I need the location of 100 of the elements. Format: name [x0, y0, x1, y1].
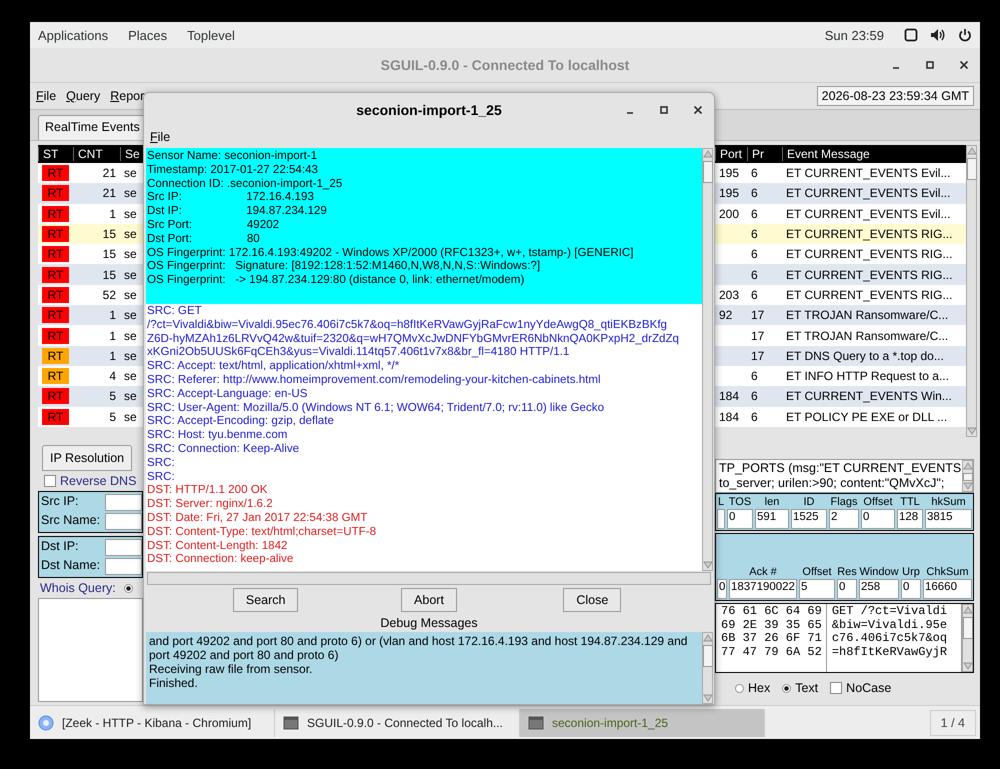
header-field[interactable]: 0: [901, 579, 921, 599]
event-row[interactable]: RT 1 se: [38, 204, 143, 224]
event-row[interactable]: RT 4 se: [38, 366, 143, 386]
event-row[interactable]: RT 1 se: [38, 325, 143, 346]
header-field[interactable]: 5: [799, 579, 835, 599]
maximize-button[interactable]: [658, 104, 670, 116]
column-header[interactable]: ST: [38, 147, 73, 161]
maximize-button[interactable]: [924, 59, 936, 71]
scrollbar[interactable]: [966, 145, 977, 437]
close-button[interactable]: [958, 59, 970, 71]
scroll-thumb[interactable]: [966, 158, 976, 180]
table-cell-text: 6: [750, 227, 759, 242]
power-icon[interactable]: [958, 28, 972, 42]
checkbox[interactable]: [830, 682, 842, 694]
event-row[interactable]: 6 ET INFO HTTP Request to a...: [715, 366, 966, 386]
event-row[interactable]: RT 5 se: [38, 406, 143, 427]
header-field[interactable]: 258: [859, 579, 899, 599]
menu-item[interactable]: Repor: [110, 89, 144, 103]
input-field[interactable]: [105, 494, 142, 511]
checkbox[interactable]: [44, 475, 56, 487]
event-row[interactable]: 17 ET TROJAN Ransomware/C...: [715, 325, 966, 346]
event-row[interactable]: RT 52 se: [38, 284, 143, 306]
column-header[interactable]: Event Message: [782, 147, 965, 161]
header-field[interactable]: 16660: [923, 579, 972, 599]
scrollbar[interactable]: [962, 604, 973, 672]
input-field[interactable]: [105, 539, 142, 556]
scrollbar[interactable]: [702, 148, 713, 571]
scroll-up-icon[interactable]: [962, 605, 972, 615]
column-header[interactable]: Pr: [747, 147, 782, 161]
scroll-down-icon[interactable]: [962, 481, 972, 491]
header-field[interactable]: 591: [755, 509, 789, 529]
event-row[interactable]: 6 ET CURRENT_EVENTS RIG...: [715, 244, 966, 264]
scrollbar[interactable]: [962, 460, 973, 492]
event-row[interactable]: RT 5 se: [38, 386, 143, 407]
scroll-down-icon[interactable]: [702, 560, 712, 570]
taskbar-item[interactable]: [Zeek - HTTP - Kibana - Chromium]: [30, 708, 275, 736]
event-row[interactable]: RT 21 se: [38, 163, 143, 184]
event-row[interactable]: 184 6 ET POLICY PE EXE or DLL ...: [715, 406, 966, 427]
event-row[interactable]: 195 6 ET CURRENT_EVENTS Evil...: [715, 183, 966, 204]
scroll-thumb[interactable]: [962, 473, 972, 481]
top-menu[interactable]: Places: [128, 28, 168, 42]
event-row[interactable]: RT 1 se: [38, 346, 143, 366]
input-field[interactable]: [105, 513, 142, 530]
header-field[interactable]: 1837190022: [729, 579, 797, 599]
workspace-pager[interactable]: 1 / 4: [930, 710, 976, 736]
menu-item[interactable]: File: [36, 89, 56, 103]
clock[interactable]: Sun 23:59: [824, 28, 884, 42]
window-icon[interactable]: [904, 28, 918, 42]
scroll-down-icon[interactable]: [962, 661, 972, 671]
column-header[interactable]: CNT: [73, 147, 120, 161]
event-row[interactable]: 6 ET CURRENT_EVENTS RIG...: [715, 224, 966, 244]
event-row[interactable]: 203 6 ET CURRENT_EVENTS RIG...: [715, 284, 966, 306]
scroll-thumb[interactable]: [702, 161, 712, 183]
scroll-thumb[interactable]: [962, 617, 972, 639]
radio-button[interactable]: [124, 584, 133, 592]
menu-item[interactable]: File: [150, 130, 170, 144]
taskbar-item[interactable]: seconion-import-1_25: [520, 708, 765, 736]
top-menu[interactable]: Applications: [38, 28, 108, 42]
header-field[interactable]: 0: [837, 579, 857, 599]
speaker-icon[interactable]: [930, 28, 946, 42]
scroll-down-icon[interactable]: [702, 693, 712, 703]
event-row[interactable]: 184 6 ET CURRENT_EVENTS Win...: [715, 386, 966, 407]
header-field[interactable]: 0: [727, 509, 753, 529]
dialog-button[interactable]: Abort: [401, 588, 457, 612]
dialog-button[interactable]: Search: [232, 588, 298, 612]
header-field[interactable]: 128: [897, 509, 923, 529]
menu-item[interactable]: Query: [66, 89, 100, 103]
radio-button[interactable]: [782, 684, 792, 692]
event-row[interactable]: 195 6 ET CURRENT_EVENTS Evil...: [715, 163, 966, 184]
header-field[interactable]: 2: [829, 509, 859, 529]
event-row[interactable]: RT 15 se: [38, 244, 143, 264]
event-row[interactable]: RT 21 se: [38, 183, 143, 204]
header-field[interactable]: 3815: [925, 509, 972, 529]
transcript-line: OS Fingerprint: Signature: [8192:128:1:52:M1460,N,W8,N,N,S::Windows:?]: [147, 259, 542, 274]
tab[interactable]: IP Resolution: [42, 445, 132, 471]
event-row[interactable]: 200 6 ET CURRENT_EVENTS Evil...: [715, 204, 966, 224]
top-menu[interactable]: Toplevel: [187, 28, 235, 42]
event-row[interactable]: RT 1 se: [38, 305, 143, 326]
header-field[interactable]: 1525: [791, 509, 827, 529]
header-field[interactable]: 0: [861, 509, 895, 529]
close-button[interactable]: [692, 104, 704, 116]
scroll-up-icon[interactable]: [702, 149, 712, 159]
scroll-up-icon[interactable]: [962, 461, 972, 471]
scroll-up-icon[interactable]: [966, 146, 976, 156]
event-row[interactable]: 92 17 ET TROJAN Ransomware/C...: [715, 305, 966, 326]
radio-button[interactable]: [735, 684, 744, 692]
dialog-button[interactable]: Close: [563, 588, 622, 612]
header-field[interactable]: 0: [717, 579, 727, 599]
scrollbar[interactable]: [147, 572, 711, 585]
scroll-thumb[interactable]: [702, 645, 712, 667]
input-field[interactable]: [105, 558, 142, 575]
scroll-down-icon[interactable]: [966, 426, 976, 436]
event-row[interactable]: 6 ET CURRENT_EVENTS RIG...: [715, 264, 966, 285]
header-field[interactable]: [717, 509, 725, 529]
event-row[interactable]: RT 15 se: [38, 264, 143, 285]
event-row[interactable]: RT 15 se: [38, 224, 143, 244]
header-label: Flags: [830, 495, 858, 508]
event-row[interactable]: 17 ET DNS Query to a *.top do...: [715, 346, 966, 366]
scroll-up-icon[interactable]: [702, 633, 712, 643]
scrollbar[interactable]: [702, 632, 713, 704]
